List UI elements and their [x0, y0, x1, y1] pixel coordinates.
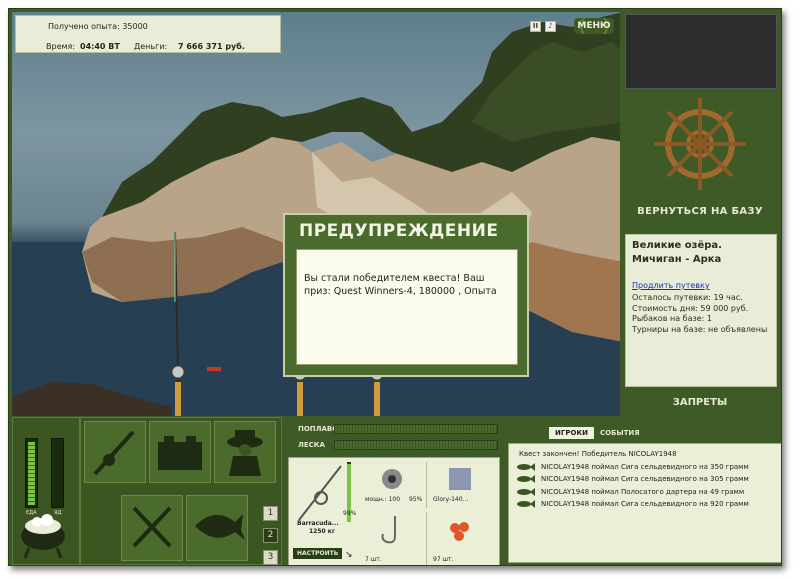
player-info-panel: Получено опыта: 35000 Время: 04:40 ВТ Де… — [15, 15, 281, 53]
top-toolbar: II ♪ МЕНЮ — [530, 18, 614, 34]
experience-text: Получено опыта: 35000 — [48, 22, 148, 31]
tackle-box-slot[interactable] — [149, 421, 211, 483]
line-spool-icon — [449, 468, 471, 490]
caviar-bait-icon — [450, 522, 469, 541]
event-text: NICOLAY1948 поймал Полосатого дартера на… — [541, 487, 745, 496]
return-to-base-button[interactable]: ВЕРНУТЬСЯ НА БАЗУ — [620, 206, 780, 217]
events-log: Квест закончен! Победитель NICOLAY1948 N… — [508, 443, 781, 563]
reel-icon — [382, 469, 402, 489]
event-text: NICOLAY1948 поймал Сига сельдевидного на… — [541, 500, 749, 508]
tournaments-info: Турниры на базе: не объявлены — [632, 324, 768, 334]
arrow-icon: ↘ — [345, 550, 353, 560]
hook-item[interactable]: 7 шт. — [363, 512, 427, 565]
line-label: ЛЕСКА — [298, 441, 325, 449]
float-bar — [334, 424, 498, 434]
bait-caption: 97 шт. — [433, 556, 454, 563]
event-line: NICOLAY1948 поймал Сига сельдевидного на… — [515, 473, 777, 486]
inventory-panel: 1 2 3 — [80, 417, 282, 565]
event-line: NICOLAY1948 поймал Сига сельдевидного на… — [515, 461, 777, 474]
food-meter — [25, 438, 38, 508]
pause-icon[interactable]: II — [530, 20, 541, 32]
page-button-1[interactable]: 1 — [263, 506, 278, 521]
tackle-box: 99% Barracuda... 1250 кг НАСТРОИТЬ ↘ мощ… — [288, 457, 500, 565]
money-label: Деньги: — [134, 42, 168, 51]
rod-weight: 1250 кг — [309, 528, 335, 535]
warning-dialog[interactable]: ПРЕДУПРЕЖДЕНИЕ Вы стали победителем квес… — [283, 213, 529, 377]
bans-button[interactable]: ЗАПРЕТЫ — [620, 397, 780, 408]
reel-item[interactable]: мощн.: 100 95% — [363, 462, 427, 508]
cauldron-icon[interactable] — [13, 514, 81, 564]
status-panel: ЕДА ЯД — [12, 417, 80, 565]
rod-name: Barracuda... — [297, 520, 339, 527]
time-label: Время: — [46, 42, 76, 51]
fish-keepnet-slot[interactable] — [186, 495, 248, 561]
day-cost: Стоимость дня: 59 000 руб. — [632, 303, 749, 313]
quest-finished-message: Квест закончен! Победитель NICOLAY1948 — [519, 450, 677, 458]
rods-slot[interactable] — [84, 421, 146, 483]
fish-bullet-icon — [517, 475, 535, 484]
fish-bullet-icon — [517, 500, 535, 509]
time-value: 04:40 ВТ — [80, 42, 120, 51]
reel-caption: мощн.: 100 — [365, 496, 401, 503]
dialog-message: Вы стали победителем квеста! Ваш приз: Q… — [296, 249, 518, 365]
tackle-panel: ПОПЛАВОК ЛЕСКА 99% Barracuda... 1250 кг … — [284, 417, 502, 565]
extend-permit-link[interactable]: Продлить путевку — [632, 281, 770, 290]
fishers-at-base: Рыбаков на базе: 1 — [632, 314, 712, 323]
permit-remaining: Осталось путевки: 19 час. — [632, 293, 743, 302]
money-value: 7 666 371 руб. — [178, 42, 245, 51]
fish-bullet-icon — [517, 462, 535, 471]
location-panel: Великие озёра. Мичиган - Арка Продлить п… — [625, 234, 777, 387]
events-panel: ИГРОКИ СОБЫТИЯ Квест закончен! Победител… — [504, 417, 781, 565]
line-item[interactable]: Glory-140... — [431, 462, 495, 508]
food-slot[interactable] — [121, 495, 183, 561]
event-text: NICOLAY1948 поймал Сига сельдевидного на… — [541, 462, 749, 471]
bottom-panel: ЕДА ЯД 1 2 3 ПОПЛАВОК ЛЕСКА 99% Barracud… — [12, 414, 781, 565]
tackle-box-icon — [158, 436, 202, 470]
cutlery-icon — [132, 506, 172, 548]
reel-percent: 95% — [409, 496, 423, 503]
fisherman-icon — [227, 430, 263, 476]
line-caption: Glory-140... — [433, 496, 469, 503]
event-line: NICOLAY1948 поймал Сига сельдевидного на… — [515, 498, 777, 511]
menu-button[interactable]: МЕНЮ — [574, 18, 614, 34]
ship-wheel-icon[interactable] — [620, 94, 780, 204]
bait-item[interactable]: 97 шт. — [431, 512, 495, 565]
fish-bullet-icon — [517, 487, 535, 496]
setup-button[interactable]: НАСТРОИТЬ — [293, 548, 343, 559]
location-title: Великие озёра. Мичиган - Арка — [632, 240, 722, 265]
sound-icon[interactable]: ♪ — [545, 20, 556, 32]
video-panel — [625, 14, 777, 89]
game-window: Получено опыта: 35000 Время: 04:40 ВТ Де… — [8, 8, 782, 566]
event-line: NICOLAY1948 поймал Полосатого дартера на… — [515, 486, 777, 499]
hook-icon — [381, 516, 396, 544]
rod-reel-icon — [298, 465, 342, 521]
page-button-2[interactable]: 2 — [263, 528, 278, 543]
rod-icon — [93, 430, 135, 476]
right-sidebar: ВЕРНУТЬСЯ НА БАЗУ Великие озёра. Мичиган… — [620, 12, 780, 416]
rod-percent: 99% — [343, 510, 357, 517]
tab-events[interactable]: СОБЫТИЯ — [598, 427, 642, 439]
event-text: NICOLAY1948 поймал Сига сельдевидного на… — [541, 475, 749, 483]
page-button-3[interactable]: 3 — [263, 550, 278, 565]
dialog-title: ПРЕДУПРЕЖДЕНИЕ — [299, 221, 499, 241]
hook-caption: 7 шт. — [365, 556, 382, 563]
line-bar — [334, 440, 498, 450]
tab-players[interactable]: ИГРОКИ — [549, 427, 594, 439]
fisherman-slot[interactable] — [214, 421, 276, 483]
poison-meter — [51, 438, 64, 508]
fish-icon — [195, 514, 245, 540]
events-tabs: ИГРОКИ СОБЫТИЯ — [549, 427, 642, 439]
